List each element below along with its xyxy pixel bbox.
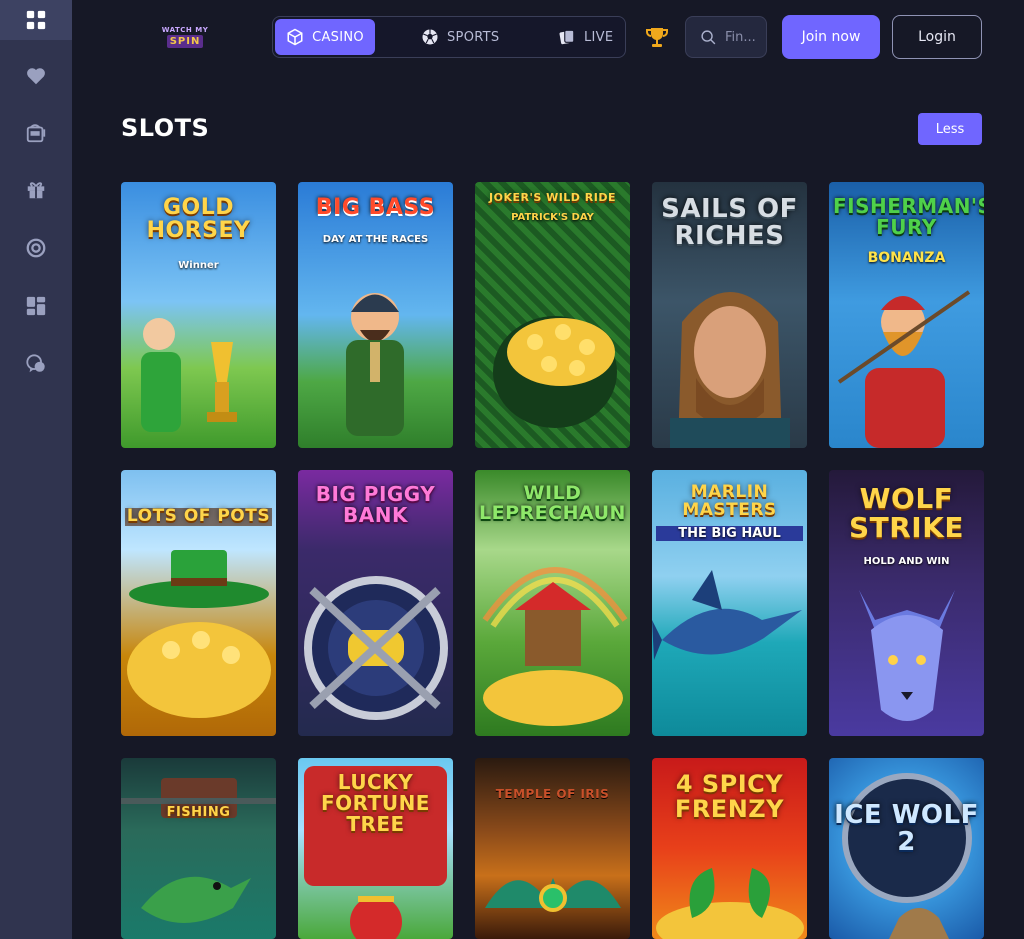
- search-input[interactable]: [725, 29, 766, 45]
- game-tile-lucky-fortune-tree[interactable]: LUCKY FORTUNE TREE: [298, 758, 453, 939]
- game-title: FISHERMAN'S FURY: [833, 194, 984, 239]
- game-title: LUCKY FORTUNE TREE: [321, 770, 430, 836]
- sidebar-item-favorites[interactable]: [0, 56, 72, 96]
- main-nav: CASINO SPORTS LIVE: [272, 16, 626, 58]
- cards-icon: [559, 29, 575, 45]
- join-now-button[interactable]: Join now: [782, 15, 880, 59]
- gift-icon: [27, 182, 45, 199]
- sidebar-item-home[interactable]: [0, 0, 72, 40]
- game-title: ICE WOLF 2: [834, 800, 979, 858]
- game-tile-big-bass[interactable]: BIG BASS DAY AT THE RACES: [298, 182, 453, 448]
- soccer-ball-icon: [422, 29, 438, 45]
- cube-icon: [287, 28, 303, 46]
- game-artwork: [475, 758, 630, 939]
- grid-icon: [26, 10, 46, 30]
- game-title: JOKER'S WILD RIDE: [489, 191, 616, 204]
- tab-sports[interactable]: SPORTS: [421, 19, 499, 55]
- slot-machine-icon: [26, 124, 46, 143]
- game-tile-marlin-masters[interactable]: MARLIN MASTERS THE BIG HAUL: [652, 470, 807, 736]
- game-title: SAILS OF RICHES: [661, 194, 798, 252]
- target-icon: [26, 238, 46, 258]
- game-title: BIG BASS: [315, 195, 436, 220]
- game-tile-temple-of-iris[interactable]: TEMPLE OF IRIS: [475, 758, 630, 939]
- chat-support-icon: [26, 354, 45, 373]
- game-tile-wolf-strike[interactable]: WOLF STRIKE HOLD AND WIN: [829, 470, 984, 736]
- brand-logo[interactable]: WATCH MY SPIN: [157, 22, 213, 52]
- sidebar: [0, 0, 72, 939]
- game-tile-wild-leprechaun[interactable]: WILD LEPRECHAUN: [475, 470, 630, 736]
- game-artwork: [298, 182, 453, 448]
- game-subtitle: HOLD AND WIN: [863, 556, 950, 567]
- game-tile-big-piggy-bank[interactable]: BIG PIGGY BANK: [298, 470, 453, 736]
- game-tile-sails-of-riches[interactable]: SAILS OF RICHES: [652, 182, 807, 448]
- tab-casino[interactable]: CASINO: [275, 19, 375, 55]
- game-grid: GOLD HORSEY Winner BIG BASS DAY AT THE R…: [121, 182, 984, 939]
- game-title: WILD LEPRECHAUN: [479, 482, 626, 524]
- logo-line-2: SPIN: [166, 35, 204, 48]
- game-tile-ice-wolf-2[interactable]: ICE WOLF 2: [829, 758, 984, 939]
- game-tile-lots-of-pots[interactable]: LOTS OF POTS: [121, 470, 276, 736]
- heart-icon: [27, 68, 45, 85]
- game-title: 4 SPICY FRENZY: [674, 770, 785, 824]
- game-tile-fishing[interactable]: FISHING: [121, 758, 276, 939]
- game-subtitle: DAY AT THE RACES: [322, 234, 429, 245]
- search-icon: [701, 29, 716, 44]
- game-subtitle: THE BIG HAUL: [656, 526, 803, 541]
- tab-live-label: LIVE: [584, 29, 614, 45]
- game-tile-fishermans-fury[interactable]: FISHERMAN'S FURY BONANZA: [829, 182, 984, 448]
- game-tile-4-spicy-frenzy[interactable]: 4 SPICY FRENZY: [652, 758, 807, 939]
- game-subtitle: BONANZA: [867, 250, 946, 266]
- less-button[interactable]: Less: [918, 113, 982, 145]
- game-artwork: [121, 758, 276, 939]
- dashboard-icon: [26, 296, 46, 316]
- search-box[interactable]: [685, 16, 767, 58]
- game-title: TEMPLE OF IRIS: [495, 787, 610, 801]
- sidebar-item-tournaments[interactable]: [0, 228, 72, 268]
- game-title: MARLIN MASTERS: [682, 482, 777, 520]
- section-title: SLOTS: [121, 114, 210, 142]
- logo-line-1: WATCH MY: [161, 26, 209, 34]
- sidebar-item-slots[interactable]: [0, 113, 72, 153]
- game-tile-jokers-wild-ride[interactable]: JOKER'S WILD RIDE PATRICK'S DAY: [475, 182, 630, 448]
- game-subtitle: Winner: [178, 260, 219, 271]
- game-subtitle: PATRICK'S DAY: [511, 212, 594, 223]
- trophy-icon[interactable]: [645, 25, 669, 49]
- game-title: BIG PIGGY BANK: [315, 482, 436, 527]
- tab-sports-label: SPORTS: [447, 29, 500, 45]
- game-title: LOTS OF POTS: [125, 506, 272, 526]
- game-title: GOLD HORSEY: [146, 195, 251, 244]
- game-tile-gold-horsey[interactable]: GOLD HORSEY Winner: [121, 182, 276, 448]
- sidebar-item-support[interactable]: [0, 344, 72, 384]
- tab-live[interactable]: LIVE: [558, 19, 613, 55]
- sidebar-item-dashboard[interactable]: [0, 286, 72, 326]
- tab-casino-label: CASINO: [312, 29, 364, 45]
- game-title: WOLF STRIKE: [848, 482, 965, 545]
- login-button[interactable]: Login: [892, 15, 982, 59]
- game-title: FISHING: [166, 805, 231, 820]
- sidebar-item-promotions[interactable]: [0, 170, 72, 210]
